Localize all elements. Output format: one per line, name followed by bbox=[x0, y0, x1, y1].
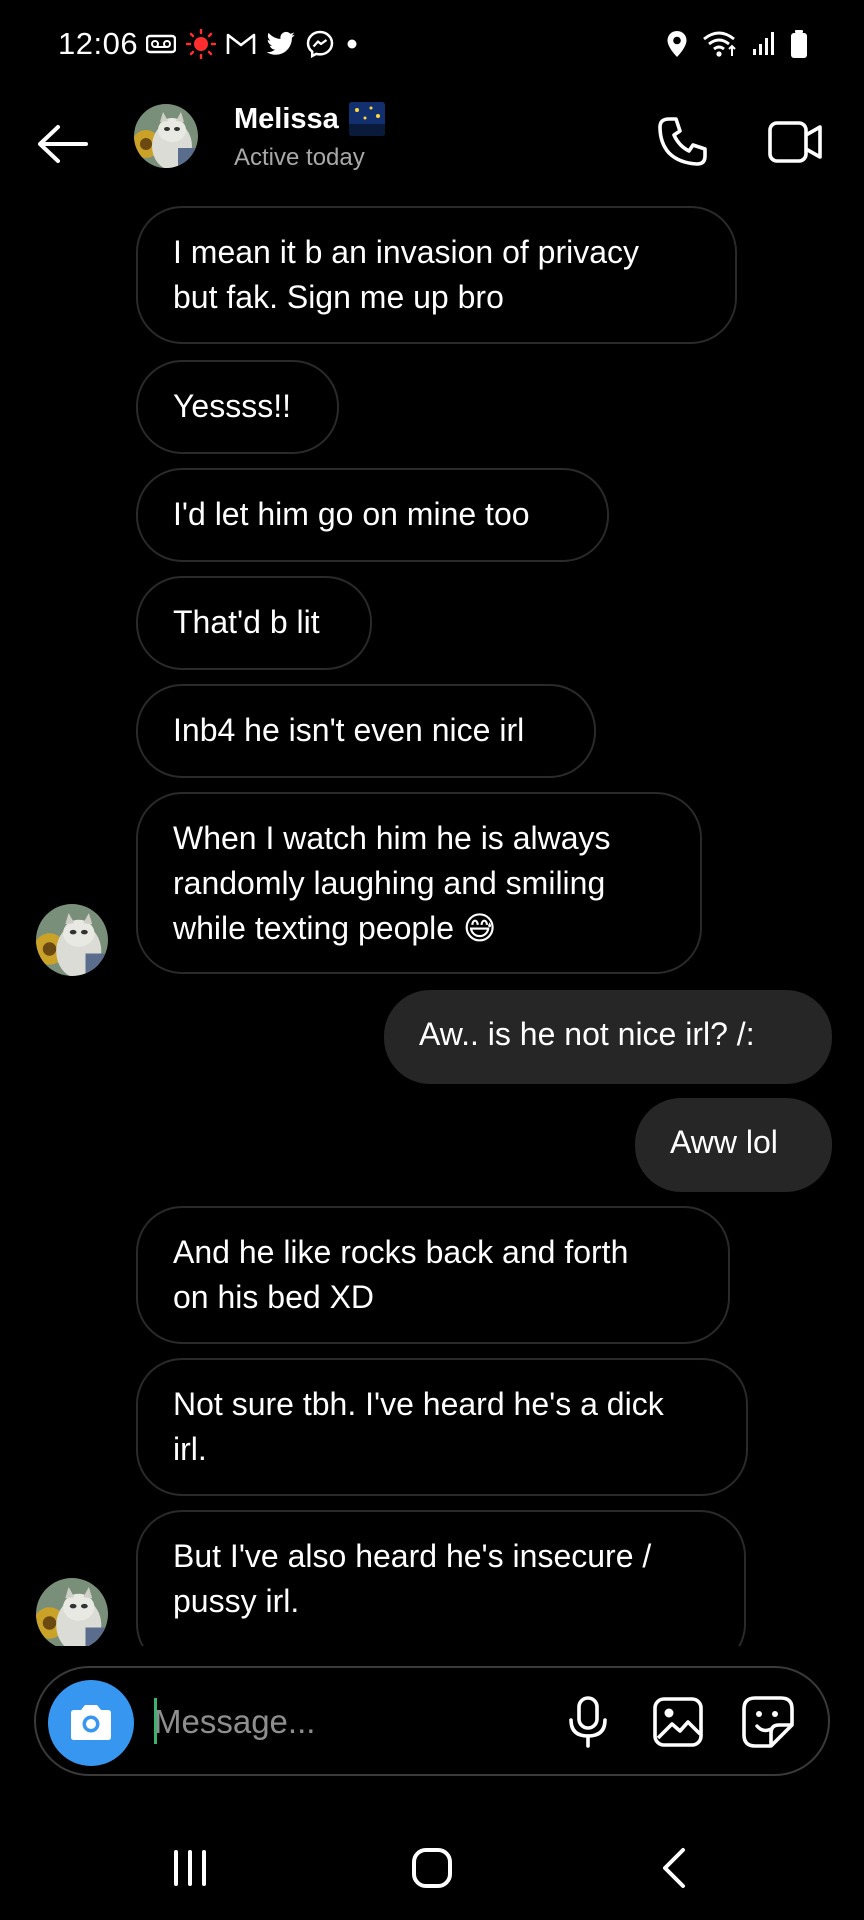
message-bubble-outgoing[interactable]: Aww lol bbox=[635, 1098, 832, 1192]
contact-status: Active today bbox=[234, 144, 365, 171]
message-bubble-incoming[interactable]: And he like rocks back and forth on his … bbox=[136, 1206, 730, 1344]
message-bubble-incoming[interactable]: That'd b lit bbox=[136, 576, 372, 670]
message-text-line: When I watch him he is always bbox=[173, 820, 611, 856]
twitter-icon bbox=[266, 31, 296, 57]
signal-icon bbox=[752, 31, 776, 57]
contact-name[interactable]: Melissa bbox=[234, 103, 339, 136]
phone-icon bbox=[658, 117, 707, 166]
status-icons-left bbox=[146, 28, 360, 60]
message-text-line: Yessss!! bbox=[173, 388, 291, 424]
message-bubble-incoming[interactable]: I'd let him go on mine too bbox=[136, 468, 609, 562]
message-text-line: pussy irl. bbox=[173, 1583, 300, 1619]
location-icon bbox=[666, 30, 688, 58]
image-gallery-icon bbox=[653, 1697, 703, 1747]
system-back-button[interactable] bbox=[644, 1838, 704, 1898]
status-bar: 12:06 bbox=[0, 0, 864, 86]
sticker-icon bbox=[742, 1696, 794, 1748]
message-bubble-incoming[interactable]: But I've also heard he's insecure / puss… bbox=[136, 1510, 746, 1646]
status-icons-right bbox=[666, 28, 808, 60]
text-caret bbox=[154, 1698, 157, 1744]
voicemail-icon bbox=[146, 33, 176, 55]
video-camera-icon bbox=[768, 121, 822, 163]
status-time: 12:06 bbox=[58, 26, 139, 61]
message-text-line: Aw.. is he not nice irl? /: bbox=[419, 1016, 755, 1052]
message-thread[interactable]: I mean it b an invasion of privacy but f… bbox=[0, 206, 864, 1646]
message-text-line: Not sure tbh. I've heard he's a dick bbox=[173, 1386, 664, 1422]
night-sky-emoji-icon bbox=[348, 102, 385, 136]
microphone-icon bbox=[569, 1696, 607, 1748]
camera-button[interactable] bbox=[48, 1680, 134, 1766]
back-button[interactable] bbox=[34, 116, 90, 172]
home-icon bbox=[412, 1848, 452, 1888]
sender-avatar[interactable] bbox=[36, 904, 108, 976]
back-icon bbox=[663, 1848, 685, 1888]
gallery-button[interactable] bbox=[646, 1690, 710, 1754]
arrow-left-icon bbox=[38, 125, 88, 163]
camera-icon bbox=[71, 1705, 111, 1740]
message-text-line: I'd let him go on mine too bbox=[173, 496, 530, 532]
message-text-line: irl. bbox=[173, 1431, 207, 1467]
message-text-line: That'd b lit bbox=[173, 604, 320, 640]
message-text-line: And he like rocks back and forth bbox=[173, 1234, 629, 1270]
message-text-line: But I've also heard he's insecure / bbox=[173, 1538, 652, 1574]
message-text-line: Inb4 he isn't even nice irl bbox=[173, 712, 525, 748]
recent-apps-button[interactable] bbox=[160, 1838, 220, 1898]
message-bubble-outgoing[interactable]: Aw.. is he not nice irl? /: bbox=[384, 990, 832, 1084]
wifi-icon bbox=[702, 30, 738, 58]
message-bubble-incoming[interactable]: Inb4 he isn't even nice irl bbox=[136, 684, 596, 778]
sender-avatar[interactable] bbox=[36, 1578, 108, 1646]
recent-apps-icon bbox=[174, 1850, 206, 1886]
notification-dot-icon bbox=[186, 29, 216, 59]
message-text-line: while texting people 😅 bbox=[173, 910, 497, 946]
chat-header: Melissa Active today bbox=[0, 86, 864, 206]
message-composer bbox=[34, 1666, 830, 1776]
message-text-line: I mean it b an invasion of privacy bbox=[173, 234, 640, 270]
voice-call-button[interactable] bbox=[650, 110, 714, 174]
home-button[interactable] bbox=[402, 1838, 462, 1898]
message-text-line: on his bed XD bbox=[173, 1279, 375, 1315]
message-bubble-incoming[interactable]: Yessss!! bbox=[136, 360, 339, 454]
voice-message-button[interactable] bbox=[556, 1690, 620, 1754]
message-text-line: but fak. Sign me up bro bbox=[173, 279, 504, 315]
system-navigation-bar bbox=[0, 1820, 864, 1920]
gmail-icon bbox=[226, 32, 256, 56]
battery-icon bbox=[790, 29, 808, 59]
message-bubble-incoming[interactable]: I mean it b an invasion of privacy but f… bbox=[136, 206, 737, 344]
message-bubble-incoming[interactable]: When I watch him he is always randomly l… bbox=[136, 792, 702, 974]
video-call-button[interactable] bbox=[760, 110, 830, 174]
message-text-line: Aww lol bbox=[670, 1124, 778, 1160]
message-input[interactable] bbox=[154, 1692, 554, 1752]
more-dot-icon bbox=[344, 36, 360, 52]
message-bubble-incoming[interactable]: Not sure tbh. I've heard he's a dick irl… bbox=[136, 1358, 748, 1496]
sticker-button[interactable] bbox=[736, 1690, 800, 1754]
contact-name-row[interactable]: Melissa bbox=[234, 102, 385, 136]
contact-avatar[interactable] bbox=[134, 104, 198, 168]
message-text-line: randomly laughing and smiling bbox=[173, 865, 606, 901]
messenger-icon bbox=[306, 30, 334, 58]
